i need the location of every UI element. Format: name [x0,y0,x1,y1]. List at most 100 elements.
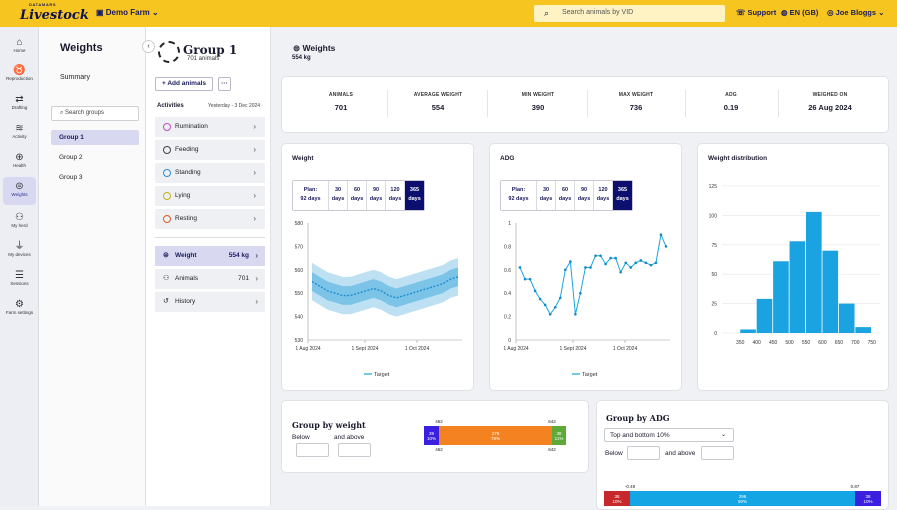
group-item[interactable]: Group 3 [51,170,139,185]
above-label: and above [665,450,696,457]
group-search-input[interactable]: ⌕ Search groups [51,106,139,121]
group-by-adg-bar: 3810%29680%3810%-0.49 0.87 [604,484,881,506]
histogram-bar [838,303,855,333]
stat-label: AVERAGE WEIGHT [413,92,463,98]
more-options-button[interactable]: ··· [218,77,231,91]
x-tick-label: 400 [752,340,761,346]
weight-line-chart: 530 540 550 560 570 580 1 Aug 2024 1 Sept 2024 1… [295,221,462,378]
x-tick-label: 450 [769,340,778,346]
home-icon: ⌂ [16,37,23,48]
group-item[interactable]: Group 2 [51,150,139,165]
summary-link[interactable]: Summary [60,74,90,81]
x-tick-label: 1 Aug 2024 [503,346,529,352]
divider [587,90,588,117]
period-30-button[interactable]: 30 days [537,181,556,210]
above-weight-input[interactable] [338,443,371,457]
language-selector[interactable]: ◍ EN (GB) [781,8,818,17]
herd-icon: ⚇ [163,275,170,282]
reproduction-icon: ♉ [13,65,26,76]
period-120-button[interactable]: 120 days [386,181,405,210]
below-adg-input[interactable] [627,446,660,460]
stat-value: 554 [431,103,445,112]
weight-chart-title: Weight [292,155,314,162]
nav-weights[interactable]: ⊜ Weights [3,177,36,205]
period-30-button[interactable]: 30 days [329,181,348,210]
data-point [664,245,668,248]
row-animals[interactable]: ⚇ Animals 701 › [155,269,265,289]
y-tick-label: 0 [714,331,717,337]
nav-label: My devices [8,252,31,257]
data-point [659,233,663,236]
nav-label: Farm settings [5,310,34,315]
button-label: days [616,196,629,202]
activity-lying[interactable]: Lying › [155,186,265,206]
support-link[interactable]: ☏ Support [736,8,776,17]
row-history[interactable]: ↺ History › [155,292,265,312]
nav-label: Health [12,163,26,168]
low-percent: 10% [427,436,436,441]
data-point [599,254,602,258]
devices-icon: ⏚ [14,241,25,252]
period-60-button[interactable]: 60 days [348,181,367,210]
activity-feeding[interactable]: Feeding › [155,140,265,160]
activity-label: Standing [175,169,201,176]
adg-period-selector: Plan: 92 days 30 days 60 days 90 days 120 day… [500,180,633,211]
nav-sessions[interactable]: ☰ Sessions [0,270,39,286]
logo[interactable]: DATAMARS Livestock [20,3,89,23]
period-120-button[interactable]: 120 days [594,181,613,210]
group-title: Group 1 [183,43,238,57]
adg-line-chart: 0 0.2 0.4 0.6 0.8 1 1 Aug 2024 1 Sept 2024 1 Oct… [503,221,670,378]
activity-rumination[interactable]: Rumination › [155,117,265,137]
add-animals-button[interactable]: + Add animals [155,77,213,91]
group-item[interactable]: Group 1 [51,130,139,145]
y-tick-label: 540 [295,315,304,321]
nav-my-devices[interactable]: ⏚ My devices [0,241,39,257]
history-icon: ↺ [163,298,169,305]
distribution-chart-title: Weight distribution [708,155,768,162]
nav-home[interactable]: ⌂ Home [0,37,39,53]
nav-my-herd[interactable]: ⚇ My herd [0,212,39,228]
left-nav: ⌂ Home ♉ Reproduction ⇄ Drafting ≋ Activity … [0,27,39,506]
row-weight[interactable]: ⊜ Weight 554 kg › [155,246,265,266]
collapse-panel-button[interactable]: ‹ [142,40,155,53]
resting-dot-icon [163,215,171,223]
adg-range-select[interactable]: Top and bottom 10% ⌄ [604,428,734,442]
below-weight-input[interactable] [296,443,329,457]
nav-drafting[interactable]: ⇄ Drafting [0,94,39,110]
row-value: 701 [238,275,249,282]
activity-resting[interactable]: Resting › [155,209,265,229]
nav-farm-settings[interactable]: ⚙ Farm settings [0,299,39,315]
scale-icon: ⊜ [15,181,24,192]
period-365-button[interactable]: 365 days [405,181,424,210]
button-label: 365 [409,187,420,193]
period-365-button[interactable]: 365 days [613,181,632,210]
above-adg-input[interactable] [701,446,734,460]
data-point [619,270,622,274]
user-menu[interactable]: ◎ Joe Bloggs ⌄ [827,8,884,17]
y-tick-label: 125 [709,184,718,190]
period-plan-button[interactable]: Plan: 92 days [293,181,329,210]
activity-standing[interactable]: Standing › [155,163,265,183]
period-90-button[interactable]: 90 days [367,181,386,210]
activity-icon: ≋ [15,123,24,134]
farm-label: Demo Farm [105,8,150,17]
y-tick-label: 560 [295,268,304,274]
chevron-right-icon: › [253,191,256,200]
scale-icon: ⊜ [163,252,169,259]
search-input[interactable]: ⌕ Search animals by VID [534,5,725,22]
y-tick-label: 550 [295,291,304,297]
stat-max-weight: MAX WEIGHT 736 [591,92,681,112]
data-point [629,266,633,269]
low-threshold-label: -0.49 [625,484,636,489]
period-90-button[interactable]: 90 days [575,181,594,210]
period-plan-button[interactable]: Plan: 92 days [501,181,537,210]
nav-health[interactable]: ⊕ Health [0,152,39,168]
chevron-right-icon: › [255,297,258,306]
nav-activity[interactable]: ≋ Activity [0,123,39,139]
farm-selector[interactable]: ▣ Demo Farm ⌄ [96,8,159,17]
nav-reproduction[interactable]: ♉ Reproduction [0,65,39,81]
x-tick-label: 1 Sept 2024 [352,346,379,352]
period-60-button[interactable]: 60 days [556,181,575,210]
data-point [634,261,638,265]
search-placeholder: Search animals by VID [562,9,634,16]
